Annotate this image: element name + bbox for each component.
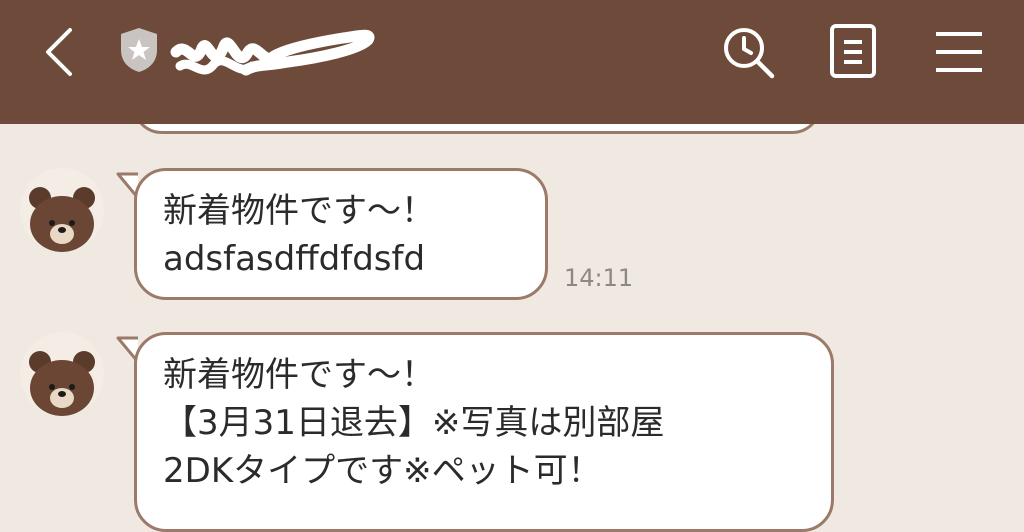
brown-bear-avatar[interactable] xyxy=(20,332,104,416)
hamburger-menu-icon[interactable] xyxy=(934,30,984,74)
bear-face-icon xyxy=(29,351,95,416)
message-bubble[interactable]: 新着物件です～！ adsfasdffdfdsfd xyxy=(134,168,548,300)
message-bubble[interactable]: 新着物件です～！ 【3月31日退去】※写真は別部屋 2DKタイプです※ペット可！ xyxy=(134,332,834,532)
redacted-title-scribble xyxy=(170,29,375,76)
chat-header xyxy=(0,0,1024,124)
message-timestamp: 14:11 xyxy=(564,264,634,292)
chat-message-list[interactable]: 新着物件です～！ adsfasdffdfdsfd 14:11 新着物件です～！ … xyxy=(0,74,1024,532)
official-shield-icon xyxy=(121,28,157,72)
note-icon[interactable] xyxy=(828,22,878,80)
back-chevron-icon[interactable] xyxy=(40,26,80,78)
clock-search-icon[interactable] xyxy=(720,24,776,80)
brown-bear-avatar[interactable] xyxy=(20,168,104,252)
bear-face-icon xyxy=(29,187,95,252)
